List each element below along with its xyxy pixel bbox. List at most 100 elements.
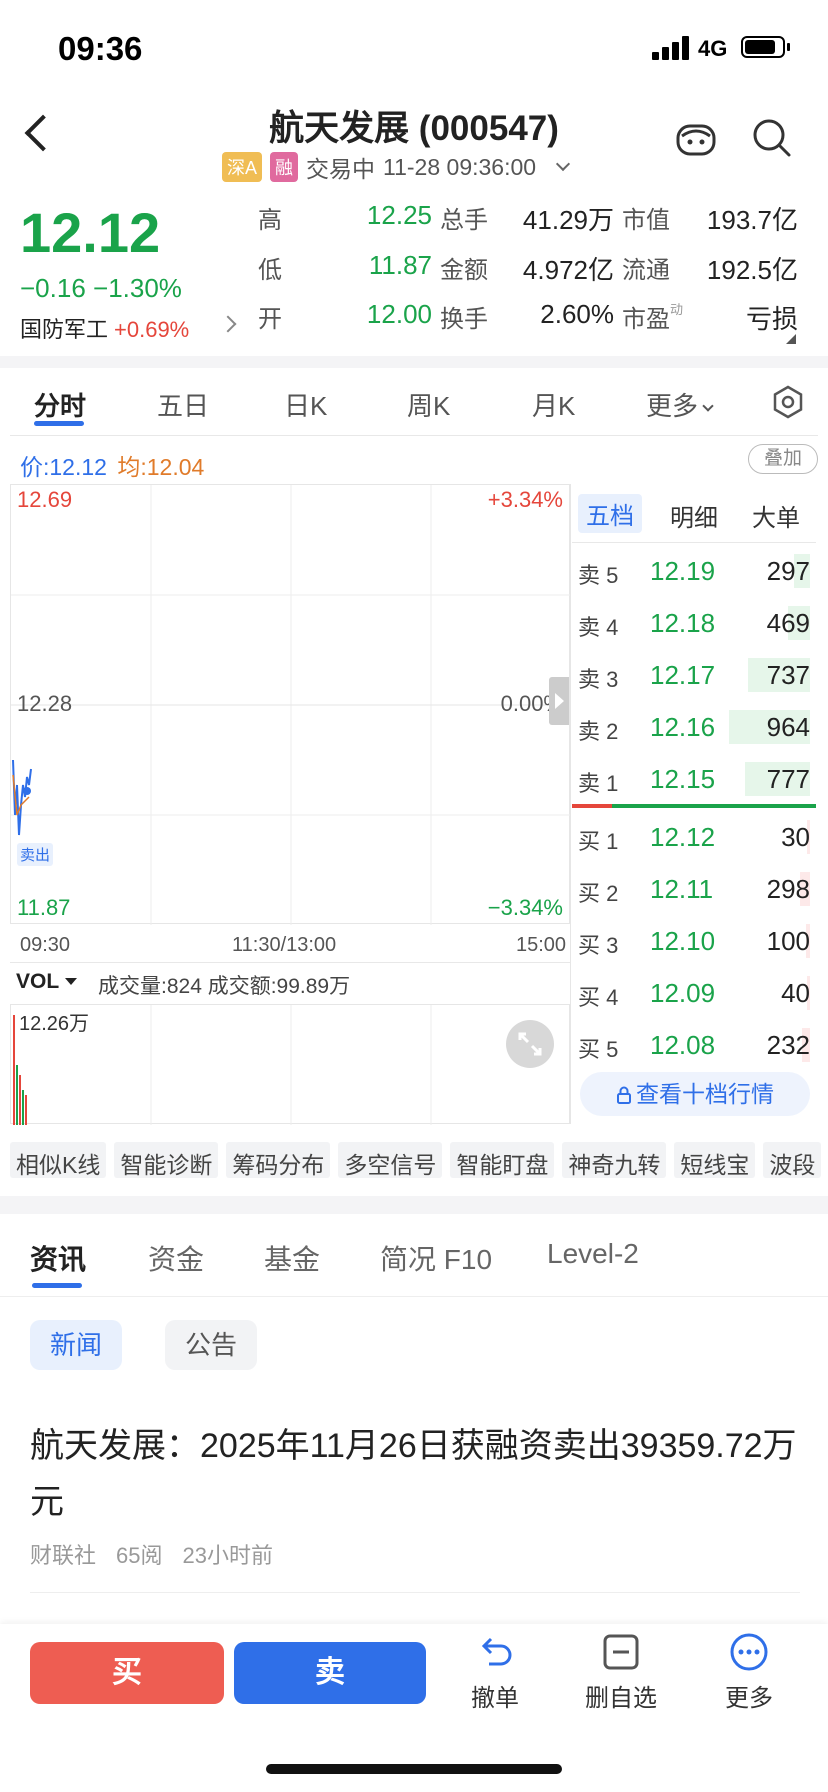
tool-short-term[interactable]: 短线宝	[674, 1142, 756, 1178]
stat-pe: 亏损	[745, 304, 798, 334]
tool-swing[interactable]: 波段	[763, 1142, 822, 1178]
status-time: 09:36	[58, 30, 143, 67]
sector-name: 国防军工	[20, 317, 109, 342]
y-axis-mid: 12.28	[17, 691, 73, 716]
trading-status: 交易中	[306, 156, 376, 182]
indicator-select[interactable]: VOL	[16, 970, 77, 994]
margin-tag: 融	[270, 152, 299, 182]
tab-fund[interactable]: 基金	[264, 1238, 320, 1278]
tab-weekly-k[interactable]: 周K	[407, 386, 450, 423]
chevron-down-icon	[702, 400, 714, 412]
last-price: 12.12	[20, 201, 161, 264]
sector-change: +0.69%	[114, 317, 190, 342]
sell-marker[interactable]: 卖出	[17, 843, 54, 866]
avg-price: 12.04	[146, 454, 205, 480]
fullscreen-button[interactable]	[506, 1020, 554, 1068]
tab-daily-k[interactable]: 日K	[284, 386, 327, 423]
stat-label: 开	[258, 306, 282, 333]
chevron-right-icon[interactable]	[219, 315, 237, 333]
tab-funds[interactable]: 资金	[148, 1238, 204, 1278]
level-volume: 100	[766, 926, 810, 956]
chart-tabs: 分时 五日 日K 周K 月K 更多	[0, 372, 828, 434]
bid-row[interactable]: 买 2 12.11 298	[578, 868, 810, 908]
tab-details[interactable]: 明细	[670, 498, 718, 533]
tool-signals[interactable]: 多空信号	[338, 1142, 443, 1178]
level-price: 12.16	[650, 712, 716, 742]
overlay-button[interactable]: 叠加	[748, 444, 818, 474]
chart-grid	[11, 485, 571, 925]
trading-status-bar[interactable]: 深A 融 交易中 11-28 09:36:00	[222, 152, 571, 182]
robot-assistant-icon[interactable]	[674, 118, 718, 158]
bid-row[interactable]: 买 5 12.08 232	[578, 1024, 810, 1064]
tab-more[interactable]: 更多	[646, 386, 714, 423]
ask-row[interactable]: 卖 1 12.15 777	[578, 758, 810, 798]
ask-row[interactable]: 卖 2 12.16 964	[578, 706, 810, 746]
section-separator	[0, 1196, 828, 1214]
expand-icon	[518, 1032, 542, 1056]
remove-watchlist-label: 删自选	[585, 1685, 657, 1712]
stat-label: 换手	[440, 306, 488, 333]
sell-button[interactable]: 卖	[234, 1642, 426, 1704]
divider	[0, 1296, 828, 1297]
intraday-chart[interactable]: 12.69 12.28 11.87 +3.34% 0.00% −3.34% 卖出	[10, 484, 571, 925]
volume-info: 成交量:824 成交额:99.89万	[98, 975, 351, 998]
settings-icon[interactable]	[770, 384, 806, 420]
level-price: 12.15	[650, 764, 716, 794]
ask-row[interactable]: 卖 5 12.19 297	[578, 550, 810, 590]
tab-more-label: 更多	[646, 391, 699, 421]
bid-row[interactable]: 买 3 12.10 100	[578, 920, 810, 960]
bid-row[interactable]: 买 1 12.12 30	[578, 816, 810, 856]
tab-news-info[interactable]: 资讯	[30, 1238, 86, 1278]
avg-label: 均:	[117, 454, 147, 480]
stat-turnover-amount: 4.972亿	[522, 255, 614, 285]
ask-row[interactable]: 卖 3 12.17 737	[578, 654, 810, 694]
ten-level-label: 查看十档行情	[636, 1081, 774, 1107]
expand-stats-corner[interactable]	[786, 334, 796, 344]
battery-icon	[741, 36, 785, 58]
home-indicator[interactable]	[266, 1764, 562, 1774]
bid-row[interactable]: 买 4 12.09 40	[578, 972, 810, 1012]
tab-monthly-k[interactable]: 月K	[532, 386, 575, 423]
cancel-order-label: 撤单	[471, 1685, 519, 1712]
filter-announcements[interactable]: 公告	[165, 1320, 258, 1370]
tool-diagnosis[interactable]: 智能诊断	[114, 1142, 219, 1178]
stat-label: 高	[258, 207, 282, 234]
tab-five-levels[interactable]: 五档	[578, 494, 642, 533]
signal-icon	[652, 36, 690, 60]
level-price: 12.09	[650, 978, 716, 1008]
tool-chip-distribution[interactable]: 筹码分布	[226, 1142, 331, 1178]
level-label: 卖 3	[578, 667, 619, 692]
tab-f10[interactable]: 简况 F10	[380, 1238, 492, 1278]
more-label: 更多	[725, 1685, 773, 1712]
price-change: −0.16 −1.30%	[20, 273, 182, 303]
stat-label: 市盈动	[622, 299, 683, 334]
news-headline[interactable]: 航天发展：2025年11月26日获融资卖出39359.72万元	[30, 1418, 800, 1530]
tab-intraday[interactable]: 分时	[34, 386, 86, 423]
stat-total-volume: 41.29万	[522, 205, 614, 235]
tool-similar-k[interactable]: 相似K线	[10, 1142, 107, 1178]
sector-link[interactable]: 国防军工 +0.69%	[20, 312, 189, 344]
bid-ask-ratio-bar	[572, 804, 816, 808]
level-volume: 737	[766, 660, 810, 690]
search-icon[interactable]	[752, 118, 792, 158]
remove-watchlist-button[interactable]: 删自选	[566, 1632, 676, 1713]
network-type: 4G	[698, 36, 728, 61]
level-volume: 232	[766, 1030, 810, 1060]
tool-monitor[interactable]: 智能盯盘	[450, 1142, 555, 1178]
y-axis-bottom: 11.87	[17, 895, 71, 920]
ask-row[interactable]: 卖 4 12.18 469	[578, 602, 810, 642]
tab-level2[interactable]: Level-2	[547, 1238, 639, 1270]
divider	[10, 962, 570, 963]
filter-news[interactable]: 新闻	[30, 1320, 123, 1370]
tab-large-orders[interactable]: 大单	[752, 498, 800, 533]
tab-five-day[interactable]: 五日	[157, 386, 209, 423]
tool-nine-turn[interactable]: 神奇九转	[562, 1142, 667, 1178]
y-axis-top: 12.69	[17, 487, 73, 512]
more-button[interactable]: 更多	[694, 1632, 804, 1713]
cancel-order-button[interactable]: 撤单	[440, 1632, 550, 1713]
buy-button[interactable]: 买	[30, 1642, 224, 1704]
ten-level-button[interactable]: 查看十档行情	[580, 1072, 810, 1116]
collapse-orderbook-handle[interactable]	[549, 677, 569, 725]
undo-icon	[481, 1637, 512, 1666]
battery-tip	[787, 43, 790, 51]
